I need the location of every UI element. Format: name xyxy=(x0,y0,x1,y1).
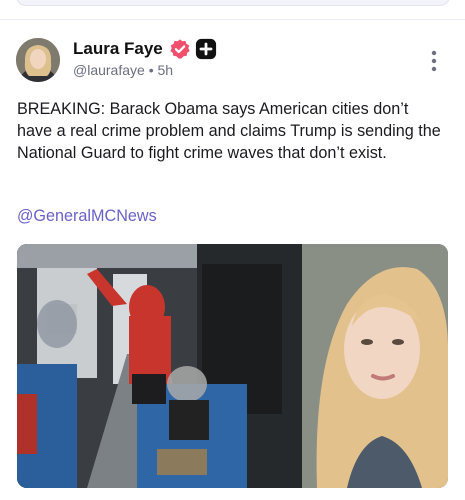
author-handle[interactable]: @laurafaye xyxy=(73,62,145,78)
post-time: 5h xyxy=(157,62,174,78)
plus-badge-icon xyxy=(195,38,216,60)
verified-badge-icon xyxy=(170,39,190,59)
post-media-image[interactable] xyxy=(17,244,448,488)
separator-dot: • xyxy=(148,62,154,78)
more-vertical-icon[interactable] xyxy=(430,50,438,72)
handle-row: @laurafaye • 5h xyxy=(73,62,173,78)
mention-link[interactable]: @GeneralMCNews xyxy=(17,207,157,226)
divider xyxy=(0,19,465,20)
author-name[interactable]: Laura Faye xyxy=(73,39,163,59)
avatar[interactable] xyxy=(16,38,60,82)
post-text: BREAKING: Barack Obama says American cit… xyxy=(17,100,441,162)
top-input-bar[interactable] xyxy=(16,0,450,6)
author-row: Laura Faye xyxy=(73,38,217,60)
